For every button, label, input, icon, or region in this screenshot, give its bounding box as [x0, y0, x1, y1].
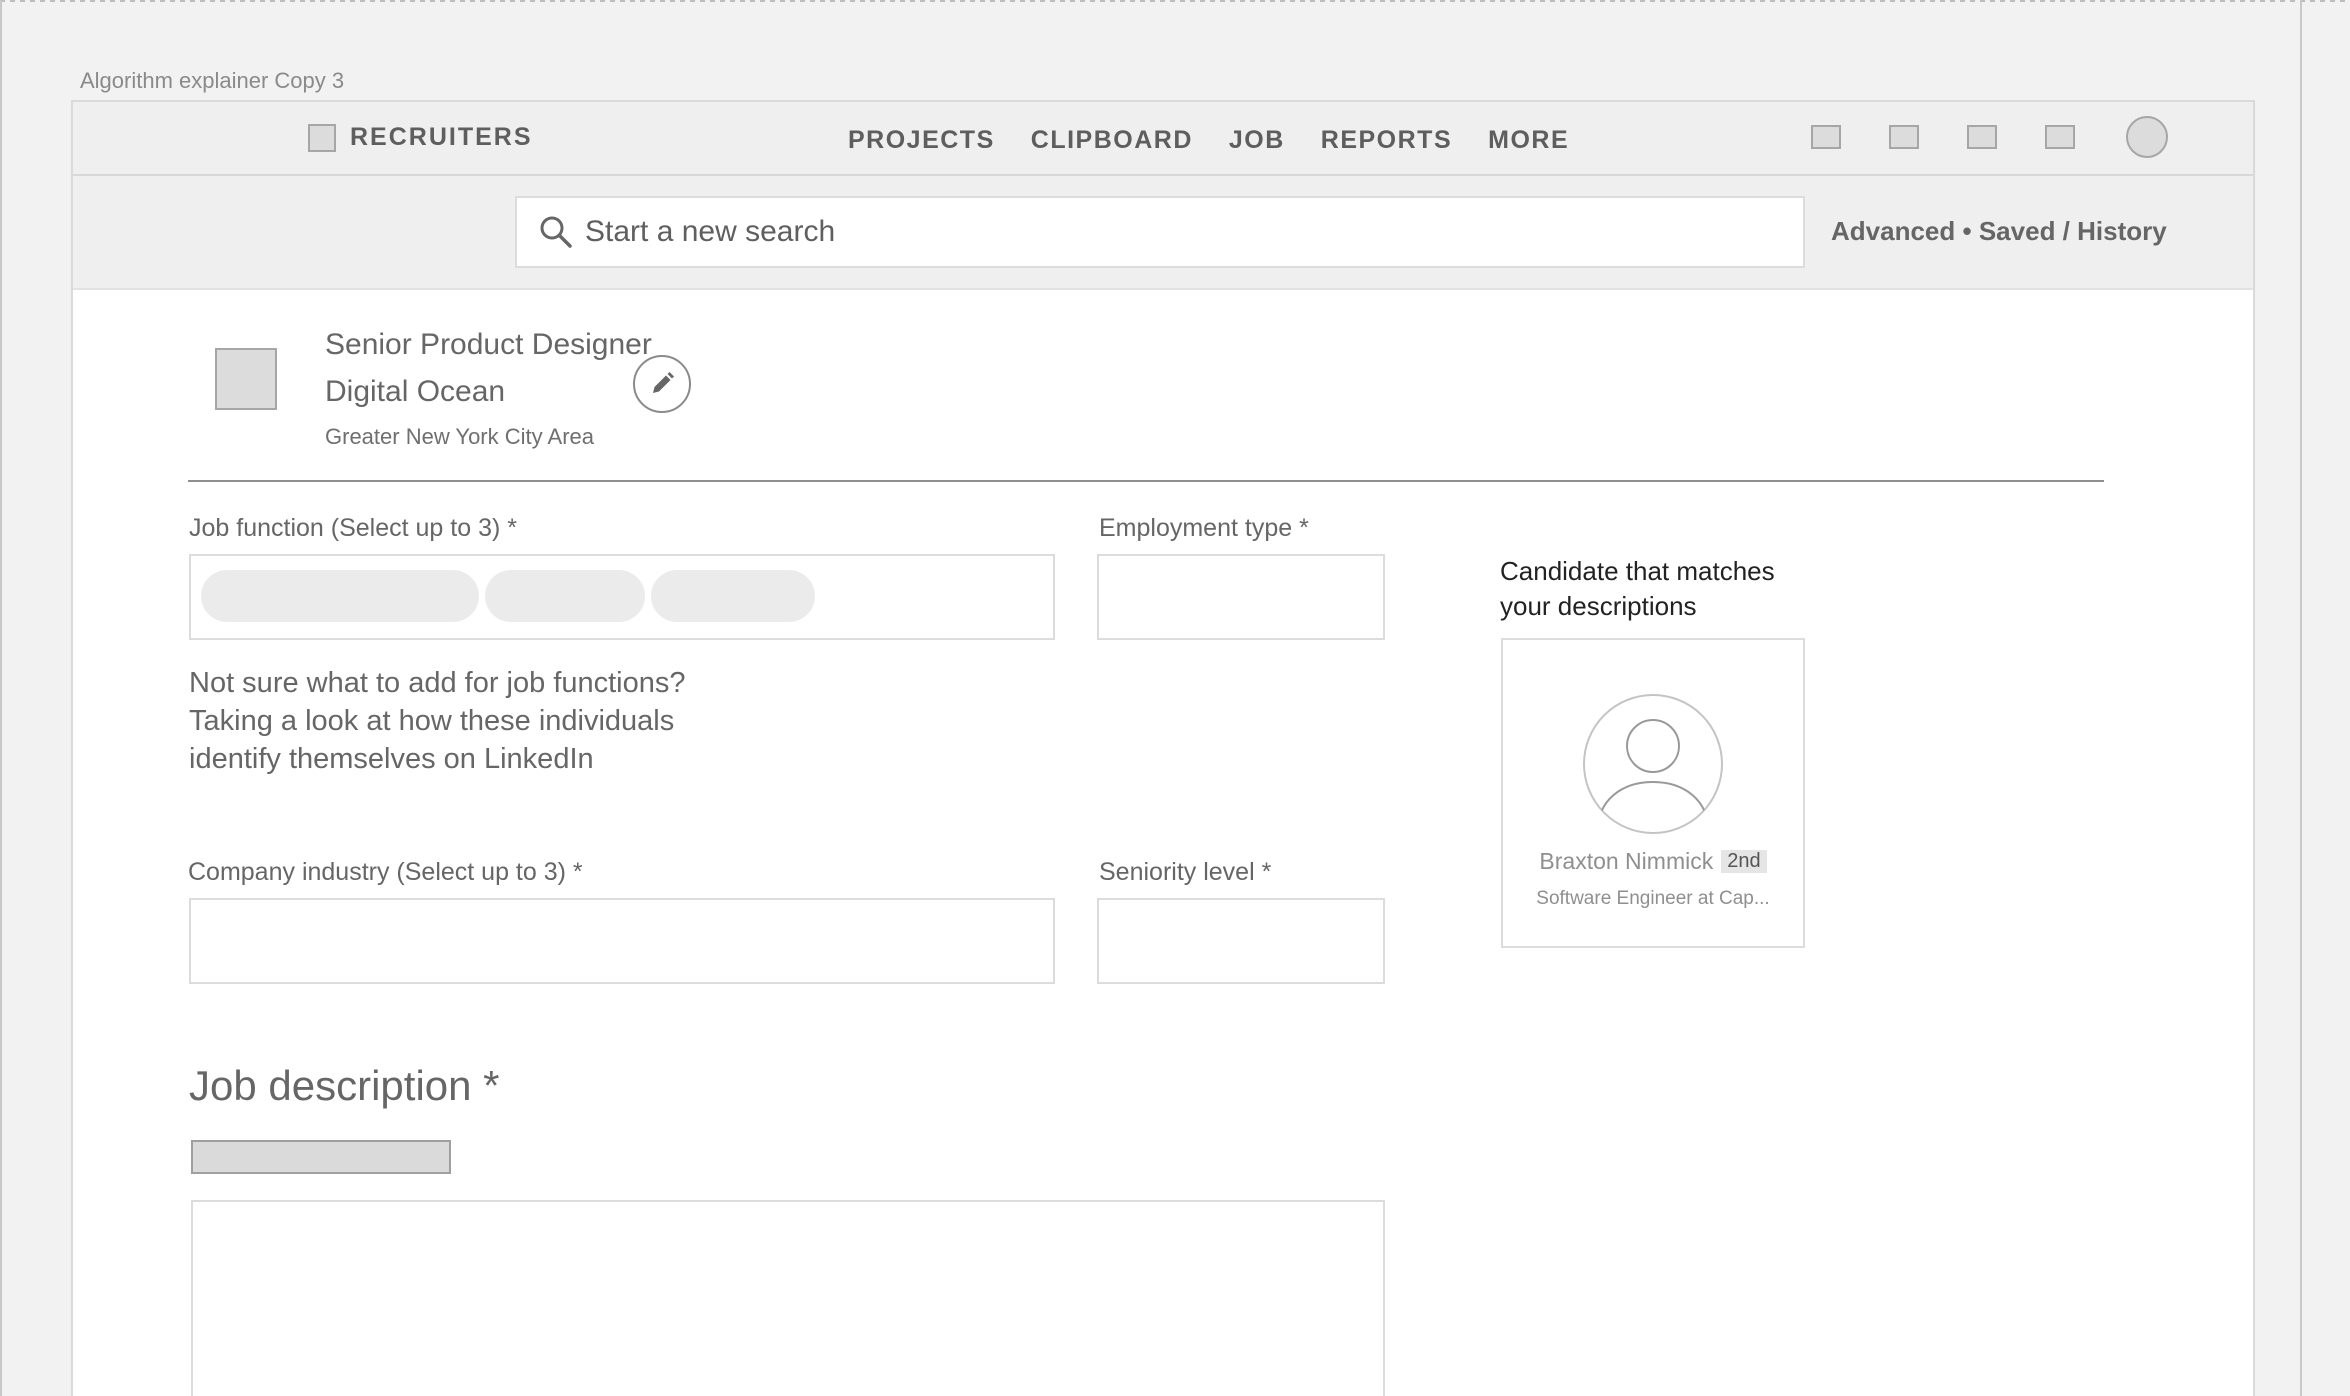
job-function-tag-2[interactable]	[485, 570, 645, 622]
search-placeholder: Start a new search	[585, 215, 836, 248]
nav-placeholder-icon-4[interactable]	[2045, 125, 2075, 149]
nav-link-projects[interactable]: PROJECTS	[848, 126, 995, 155]
canvas-right-guide	[2300, 0, 2302, 1396]
edit-job-button[interactable]	[633, 355, 691, 413]
candidate-headline: Software Engineer at Cap...	[1536, 888, 1770, 909]
advanced-search-link[interactable]: Advanced	[1831, 216, 1955, 246]
nav-placeholder-icon-1[interactable]	[1811, 125, 1841, 149]
company-logo	[215, 348, 277, 410]
job-function-tag-1[interactable]	[201, 570, 479, 622]
helper-line: Not sure what to add for job functions?	[189, 667, 686, 699]
search-links: Advanced • Saved / History	[1831, 216, 2167, 247]
user-avatar[interactable]	[2126, 116, 2168, 158]
helper-line: Taking a look at how these individuals	[189, 705, 675, 737]
candidate-name: Braxton Nimmick	[1539, 848, 1714, 874]
app-frame: RECRUITERS PROJECTS CLIPBOARD JOB REPORT…	[73, 102, 2253, 1396]
candidate-name-row: Braxton Nimmick 2nd	[1503, 848, 1803, 875]
brand-logo-icon	[308, 123, 336, 152]
pencil-icon	[653, 372, 674, 393]
canvas-top-guide	[0, 0, 2350, 2]
search-icon	[540, 216, 572, 248]
search-bar: Start a new search Advanced • Saved / Hi…	[73, 176, 2253, 290]
nav-placeholder-icon-3[interactable]	[1967, 125, 1997, 149]
candidate-heading-line: your descriptions	[1500, 591, 1697, 621]
nav-link-clipboard[interactable]: CLIPBOARD	[1031, 126, 1193, 155]
nav-link-reports[interactable]: REPORTS	[1321, 126, 1452, 155]
search-input[interactable]: Start a new search	[515, 196, 1805, 268]
job-title: Senior Product Designer	[325, 328, 652, 361]
job-description-heading: Job description *	[189, 1062, 500, 1109]
helper-line: identify themselves on LinkedIn	[189, 743, 594, 775]
job-company: Digital Ocean	[325, 375, 506, 408]
employment-type-label: Employment type *	[1099, 514, 1309, 542]
job-function-tag-3[interactable]	[651, 570, 815, 622]
top-nav: RECRUITERS PROJECTS CLIPBOARD JOB REPORT…	[73, 102, 2253, 176]
job-function-field[interactable]	[189, 554, 1055, 640]
text-format-toolbar[interactable]	[191, 1140, 451, 1174]
nav-links: PROJECTS CLIPBOARD JOB REPORTS MORE	[848, 126, 1605, 155]
nav-link-job[interactable]: JOB	[1229, 126, 1285, 155]
nav-link-more[interactable]: MORE	[1488, 126, 1569, 155]
person-avatar-icon	[1583, 694, 1723, 834]
search-links-separator: •	[1962, 216, 1972, 246]
candidate-heading-line: Candidate that matches	[1500, 556, 1775, 586]
seniority-level-label: Seniority level *	[1099, 858, 1272, 886]
job-function-helper-text: Not sure what to add for job functions? …	[189, 664, 686, 778]
brand[interactable]: RECRUITERS	[308, 123, 533, 152]
job-location: Greater New York City Area	[325, 424, 595, 449]
job-function-label: Job function (Select up to 3) *	[189, 514, 517, 542]
job-description-textarea[interactable]	[191, 1200, 1385, 1396]
connection-degree-badge: 2nd	[1721, 850, 1767, 873]
company-industry-field[interactable]	[189, 898, 1055, 984]
candidate-heading: Candidate that matches your descriptions	[1500, 554, 1775, 624]
artboard-label: Algorithm explainer Copy 3	[80, 68, 345, 93]
seniority-level-field[interactable]	[1097, 898, 1385, 984]
candidate-card[interactable]: Braxton Nimmick 2nd Software Engineer at…	[1501, 638, 1805, 948]
company-industry-label: Company industry (Select up to 3) *	[188, 858, 583, 886]
nav-icons	[1811, 116, 2168, 158]
nav-placeholder-icon-2[interactable]	[1889, 125, 1919, 149]
header-divider	[188, 480, 2104, 482]
canvas-left-guide	[0, 0, 2, 1396]
employment-type-field[interactable]	[1097, 554, 1385, 640]
brand-name: RECRUITERS	[350, 123, 533, 151]
saved-history-link[interactable]: Saved / History	[1979, 216, 2167, 246]
